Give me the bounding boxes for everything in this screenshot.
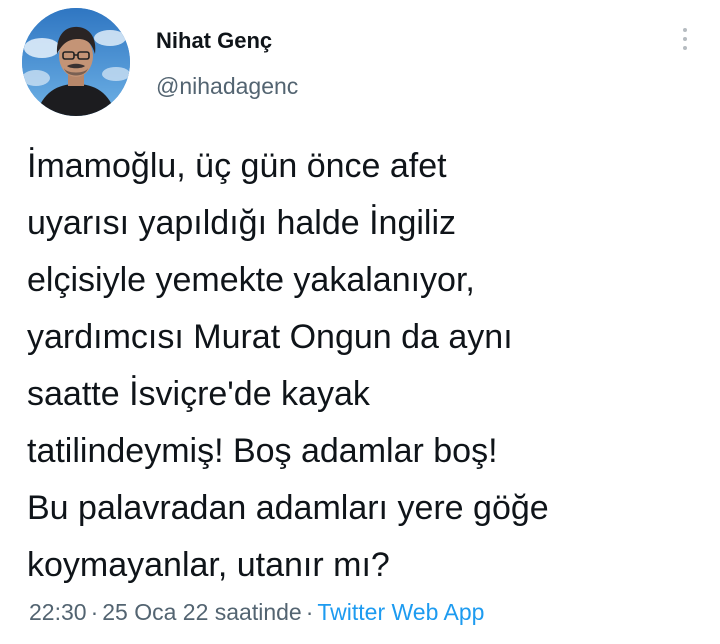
tweet-text-line: koymayanlar, utanır mı? bbox=[27, 546, 390, 584]
tweet-text-line: tatilindeymiş! Boş adamlar boş! bbox=[27, 432, 498, 470]
display-name[interactable]: Nihat Genç bbox=[156, 27, 298, 55]
tweet-text-line: uyarısı yapıldığı halde İngiliz bbox=[27, 204, 457, 242]
tweet-date[interactable]: 25 Oca 22 saatinde bbox=[102, 599, 301, 625]
meta-separator: · bbox=[305, 599, 314, 625]
tweet-text-line: İmamoğlu, üç gün önce afet bbox=[27, 147, 447, 185]
tweet-card: Nihat Genç @nihadagenc İmamoğlu, üç gün … bbox=[0, 0, 720, 644]
tweet-text-line: yardımcısı Murat Ongun da aynı bbox=[27, 318, 513, 356]
user-handle[interactable]: @nihadagenc bbox=[156, 72, 298, 100]
tweet-text-line: Bu palavradan adamları yere göğe bbox=[27, 489, 549, 527]
tweet-source-link[interactable]: Twitter Web App bbox=[317, 599, 484, 625]
tweet-text-line: saatte İsviçre'de kayak bbox=[27, 375, 370, 413]
tweet-text: İmamoğlu, üç gün önce afet uyarısı yapıl… bbox=[27, 138, 707, 594]
meta-separator: · bbox=[90, 599, 99, 625]
more-vertical-icon[interactable] bbox=[680, 28, 690, 58]
avatar[interactable] bbox=[22, 8, 130, 116]
tweet-time[interactable]: 22:30 bbox=[29, 599, 87, 625]
author-block: Nihat Genç @nihadagenc bbox=[156, 27, 298, 100]
tweet-meta: 22:30 · 25 Oca 22 saatinde · Twitter Web App bbox=[29, 597, 484, 627]
profile-photo bbox=[22, 8, 130, 116]
tweet-text-line: elçisiyle yemekte yakalanıyor, bbox=[27, 261, 475, 299]
